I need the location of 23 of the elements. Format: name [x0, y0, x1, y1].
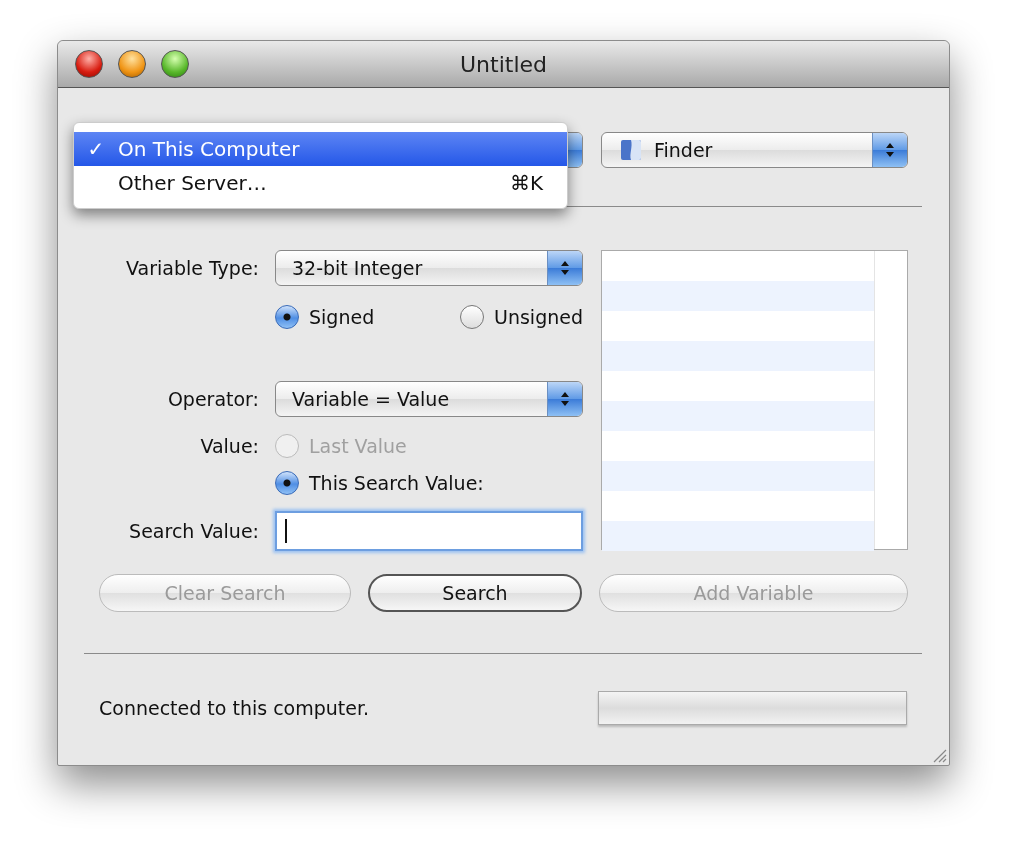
- operator-popup[interactable]: Variable = Value: [275, 381, 583, 417]
- field-label: Variable Type:: [125, 257, 259, 279]
- search-value-field[interactable]: [275, 511, 583, 551]
- process-popup[interactable]: Finder: [601, 132, 908, 168]
- field-label: Search Value:: [128, 520, 259, 542]
- stepper-arrows-icon: [560, 391, 570, 407]
- app-icon: [620, 139, 642, 161]
- radio-option[interactable]: Signed: [275, 305, 375, 329]
- stepper-arrows-icon: [885, 142, 895, 158]
- stepper-arrows-icon: [560, 260, 570, 276]
- zoom-button[interactable]: [161, 50, 189, 78]
- close-button[interactable]: [75, 50, 103, 78]
- radio-option[interactable]: Unsigned: [460, 305, 583, 329]
- window-title: Untitled: [460, 51, 547, 77]
- radio-option[interactable]: This Search Value:: [275, 470, 484, 495]
- status-text: Connected to this computer.: [99, 697, 370, 719]
- menu-item[interactable]: ✓ On This Computer: [74, 132, 567, 166]
- field-label: Operator:: [166, 388, 259, 410]
- menu-item[interactable]: Other Server… ⌘K: [74, 166, 567, 200]
- variable-type-popup[interactable]: 32-bit Integer: [275, 250, 583, 286]
- field-label: Value:: [199, 434, 259, 457]
- minimize-button[interactable]: [118, 50, 146, 78]
- push-button[interactable]: Search: [368, 574, 582, 612]
